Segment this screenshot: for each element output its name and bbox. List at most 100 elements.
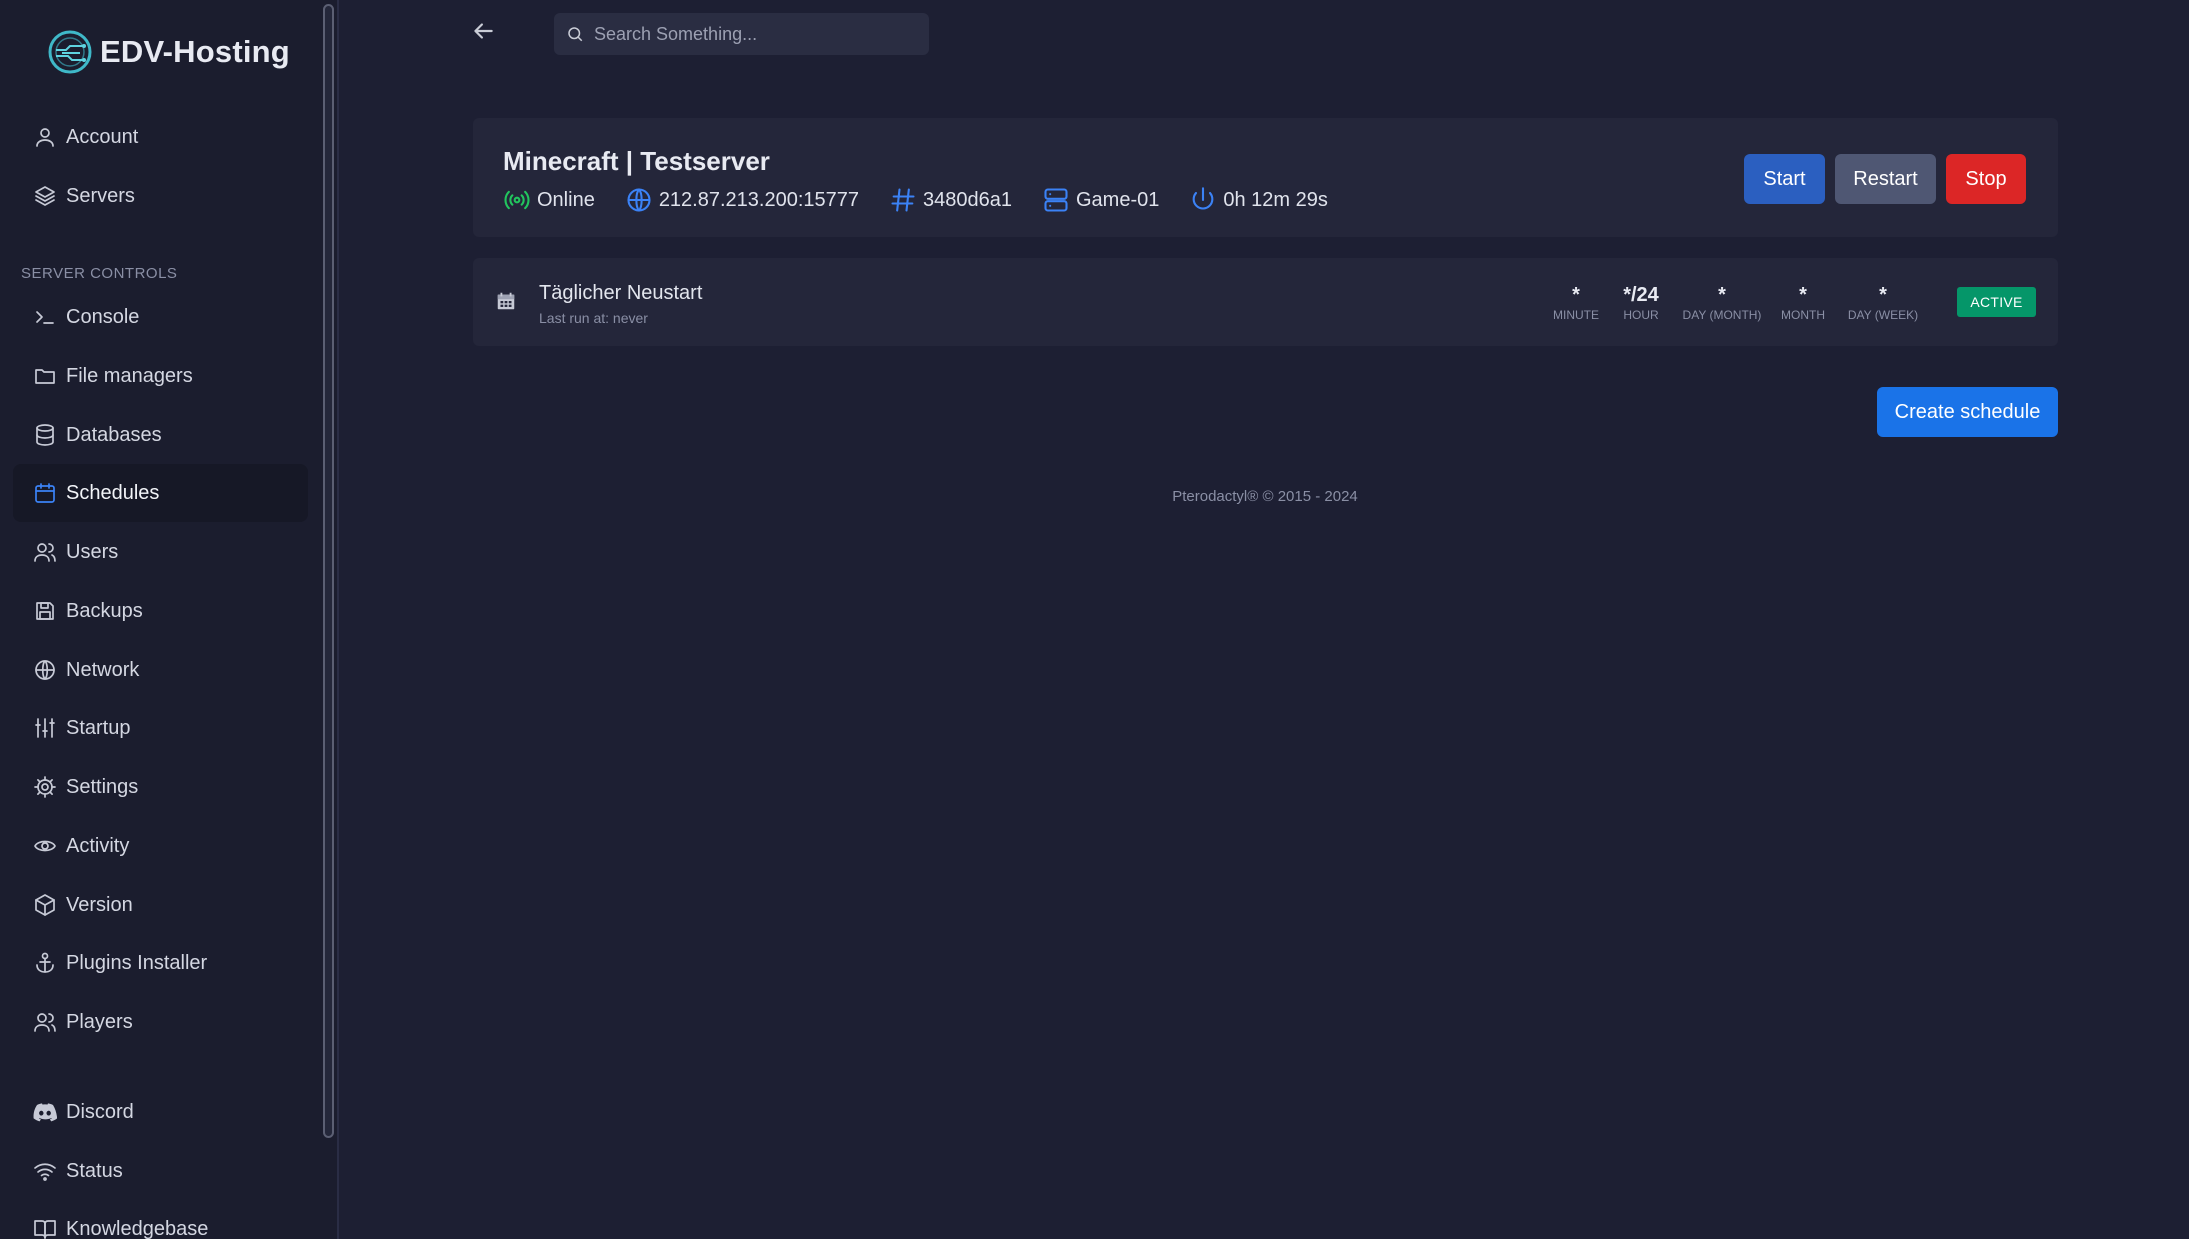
sidebar-item-label: Version: [66, 893, 133, 916]
start-button[interactable]: Start: [1744, 154, 1825, 204]
restart-button[interactable]: Restart: [1835, 154, 1936, 204]
hash-icon: [891, 188, 915, 212]
sidebar-scrollbar[interactable]: [323, 4, 334, 1138]
sidebar-item-version[interactable]: Version: [13, 876, 308, 934]
globe-icon: [627, 188, 651, 212]
users-icon: [32, 539, 58, 565]
database-icon: [32, 422, 58, 448]
sidebar-item-network[interactable]: Network: [13, 641, 308, 699]
eye-icon: [32, 833, 58, 859]
sidebar-item-knowledgebase[interactable]: Knowledgebase: [13, 1200, 308, 1239]
create-schedule-button[interactable]: Create schedule: [1877, 387, 2058, 437]
sidebar-item-label: Servers: [66, 184, 135, 207]
broadcast-icon: [504, 190, 530, 210]
stop-button[interactable]: Stop: [1946, 154, 2026, 204]
cron-value: *: [1572, 284, 1580, 306]
server-uptime-text: 0h 12m 29s: [1223, 188, 1328, 211]
server-node-text: Game-01: [1076, 188, 1160, 211]
cron-value: */24: [1623, 284, 1659, 306]
cron-value: *: [1799, 284, 1807, 306]
discord-icon: [32, 1099, 58, 1125]
sidebar-item-status[interactable]: Status: [13, 1142, 308, 1200]
sidebar-item-players[interactable]: Players: [13, 993, 308, 1051]
power-icon: [1193, 187, 1214, 210]
sidebar-item-label: Schedules: [66, 481, 160, 504]
sidebar-item-label: Databases: [66, 423, 162, 446]
cron-day-month: * DAY (MONTH): [1677, 284, 1767, 322]
sidebar-item-plugins-installer[interactable]: Plugins Installer: [13, 934, 308, 992]
cron-value: *: [1718, 284, 1726, 306]
server-title: Minecraft | Testserver: [503, 146, 770, 176]
cron-value: *: [1879, 284, 1887, 306]
sliders-icon: [32, 715, 58, 741]
sidebar-item-label: Players: [66, 1010, 133, 1033]
sidebar-item-servers[interactable]: Servers: [13, 167, 308, 225]
save-icon: [32, 598, 58, 624]
sidebar-item-label: Account: [66, 125, 139, 148]
cron-minute: * MINUTE: [1546, 284, 1606, 322]
terminal-icon: [32, 304, 58, 330]
anchor-icon: [32, 950, 58, 976]
cron-month: * MONTH: [1773, 284, 1833, 322]
folder-icon: [32, 363, 58, 389]
cron-label: HOUR: [1623, 308, 1659, 322]
sidebar-item-backups[interactable]: Backups: [13, 582, 308, 640]
server-icon: [1044, 188, 1068, 212]
server-uptime: 0h 12m 29s: [1189, 186, 1328, 214]
sidebar-item-users[interactable]: Users: [13, 523, 308, 581]
wifi-icon: [32, 1158, 58, 1184]
sidebar-item-label: Network: [66, 658, 140, 681]
brand[interactable]: EDV-Hosting: [46, 28, 290, 76]
schedule-last-run: Last run at: never: [539, 310, 648, 326]
sidebar-item-discord[interactable]: Discord: [13, 1083, 308, 1141]
search-bar[interactable]: [554, 13, 929, 55]
brand-logo-icon: [48, 30, 92, 74]
sidebar-item-console[interactable]: Console: [13, 288, 308, 346]
user-icon: [32, 124, 58, 150]
sidebar-item-label: Knowledgebase: [66, 1217, 209, 1239]
sidebar: EDV-Hosting Account Servers SERVER CONTR…: [0, 0, 339, 1239]
server-status-text: Online: [537, 188, 595, 211]
server-status: Online: [503, 186, 595, 214]
sidebar-item-label: Console: [66, 305, 140, 328]
sidebar-item-databases[interactable]: Databases: [13, 406, 308, 464]
schedule-name: Täglicher Neustart: [539, 282, 703, 304]
sidebar-item-label: Startup: [66, 716, 131, 739]
schedule-row[interactable]: Täglicher Neustart Last run at: never * …: [473, 258, 2058, 346]
search-input[interactable]: [594, 23, 914, 45]
users-icon: [32, 1009, 58, 1035]
app-root: EDV-Hosting Account Servers SERVER CONTR…: [0, 0, 2189, 1239]
book-icon: [32, 1216, 58, 1239]
layers-icon: [32, 183, 58, 209]
sidebar-item-startup[interactable]: Startup: [13, 699, 308, 757]
cron-label: MINUTE: [1553, 308, 1599, 322]
sidebar-item-settings[interactable]: Settings: [13, 758, 308, 816]
globe-icon: [32, 657, 58, 683]
status-badge: ACTIVE: [1957, 287, 2036, 317]
server-id: 3480d6a1: [889, 186, 1012, 214]
sidebar-item-schedules[interactable]: Schedules: [13, 464, 308, 522]
sidebar-item-account[interactable]: Account: [13, 108, 308, 166]
server-address-text: 212.87.213.200:15777: [658, 188, 860, 211]
calendar-icon: [32, 480, 58, 506]
server-header-card: Minecraft | Testserver Online 212.87.213…: [473, 118, 2058, 237]
server-address: 212.87.213.200:15777: [625, 186, 859, 214]
sidebar-item-file-managers[interactable]: File managers: [13, 347, 308, 405]
sidebar-item-label: Plugins Installer: [66, 951, 208, 974]
calendar-icon: [495, 290, 517, 312]
server-meta: Online 212.87.213.200:15777 3480d6a1 Gam…: [503, 186, 1358, 214]
sidebar-item-label: Settings: [66, 775, 139, 798]
sidebar-item-label: Activity: [66, 834, 130, 857]
back-button[interactable]: [470, 18, 502, 50]
server-node: Game-01: [1042, 186, 1159, 214]
brand-name: EDV-Hosting: [100, 34, 290, 69]
footer-copyright: Pterodactyl® © 2015 - 2024: [1172, 488, 1358, 505]
cron-label: MONTH: [1781, 308, 1825, 322]
cron-day-week: * DAY (WEEK): [1843, 284, 1923, 322]
section-title-server-controls: SERVER CONTROLS: [21, 265, 178, 282]
sidebar-item-label: Backups: [66, 599, 143, 622]
sidebar-item-label: Status: [66, 1159, 123, 1182]
arrow-left-icon: [474, 23, 493, 39]
sidebar-item-activity[interactable]: Activity: [13, 817, 308, 875]
gear-icon: [32, 774, 58, 800]
